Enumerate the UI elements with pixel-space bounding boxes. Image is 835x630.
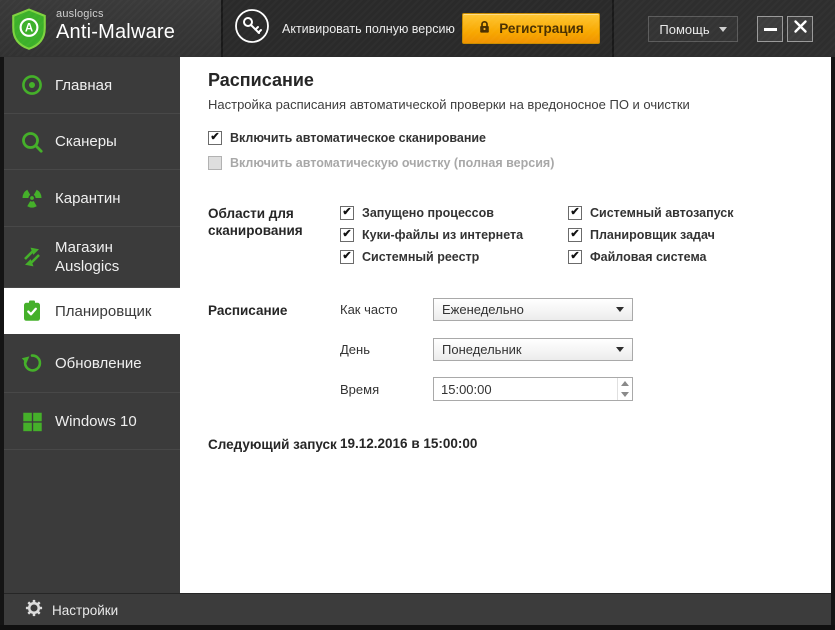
frequency-value: Еженедельно: [442, 302, 524, 317]
spinner-up-icon: [621, 381, 629, 386]
checkbox-auto-clean: [208, 156, 222, 170]
scan-area-label: Файловая система: [590, 250, 707, 264]
activate-area: Активировать полную версию Регистрация: [223, 0, 612, 57]
spinner-up-button[interactable]: [618, 378, 632, 389]
lock-icon: [478, 20, 491, 37]
register-label: Регистрация: [499, 21, 584, 36]
checkbox-autostart[interactable]: ✔: [568, 206, 582, 220]
scan-area-processes[interactable]: ✔ Запущено процессов: [340, 205, 494, 221]
minimize-button[interactable]: [757, 16, 783, 42]
radiation-icon: [19, 186, 45, 210]
minimize-icon: [763, 27, 777, 31]
window-bottom-border: [0, 625, 835, 630]
time-label: Время: [340, 382, 380, 397]
toggle-auto-scan[interactable]: ✔ Включить автоматическое сканирование: [208, 130, 486, 146]
sidebar-item-label: Windows 10: [55, 412, 137, 430]
settings-button[interactable]: Настройки: [25, 594, 118, 626]
time-spinner[interactable]: [617, 378, 632, 400]
scan-areas-label: Области для сканирования: [208, 206, 303, 238]
auslogics-shield-logo-icon: A: [10, 8, 48, 55]
scan-area-registry[interactable]: ✔ Системный реестр: [340, 249, 479, 265]
sidebar-item-windows10[interactable]: Windows 10: [4, 393, 180, 450]
titlebar-controls: Помощь: [614, 0, 835, 57]
brand-text: auslogics Anti-Malware: [56, 8, 175, 44]
refresh-icon: [19, 351, 45, 375]
checkbox-task-scheduler[interactable]: ✔: [568, 228, 582, 242]
sidebar-item-scheduler[interactable]: Планировщик: [4, 288, 180, 334]
toggle-auto-scan-label: Включить автоматическое сканирование: [230, 131, 487, 145]
scan-area-label: Системный реестр: [362, 250, 480, 264]
sidebar-item-home[interactable]: Главная: [4, 57, 180, 114]
help-label: Помощь: [659, 21, 710, 37]
chevron-down-icon: [616, 347, 624, 352]
schedule-section-label: Расписание: [208, 303, 288, 318]
help-menu-button[interactable]: Помощь: [648, 16, 738, 42]
sidebar-item-quarantine[interactable]: Карантин: [4, 170, 180, 227]
spinner-down-button[interactable]: [618, 389, 632, 400]
brand-name-large: Anti-Malware: [56, 21, 176, 43]
title-bar: A auslogics Anti-Malware Активировать по…: [0, 0, 835, 57]
sidebar: Главная Сканеры Карантин Магазин Auslogi…: [4, 57, 180, 593]
app-window: A auslogics Anti-Malware Активировать по…: [0, 0, 835, 630]
scan-area-label: Куки-файлы из интернета: [362, 228, 524, 242]
scheduler-page: Расписание Настройка расписания автомати…: [180, 57, 831, 593]
day-label: День: [340, 342, 370, 357]
checkbox-cookies[interactable]: ✔: [340, 228, 354, 242]
sidebar-item-label: Сканеры: [55, 133, 117, 150]
scan-area-task-scheduler[interactable]: ✔ Планировщик задач: [568, 227, 715, 243]
footer-bar: Настройки: [4, 593, 831, 625]
target-icon: [19, 73, 45, 97]
windows-logo-icon: [19, 410, 45, 432]
scan-area-cookies[interactable]: ✔ Куки-файлы из интернета: [340, 227, 523, 243]
svg-text:A: A: [25, 23, 34, 35]
settings-label: Настройки: [52, 602, 119, 618]
scan-area-filesystem[interactable]: ✔ Файловая система: [568, 249, 707, 265]
page-title: Расписание: [208, 70, 314, 90]
scan-area-label: Системный автозапуск: [590, 206, 734, 220]
day-select[interactable]: Понедельник: [433, 338, 633, 361]
page-subtitle: Настройка расписания автоматической пров…: [208, 97, 690, 112]
chevron-down-icon: [718, 26, 727, 32]
scheduler-check-icon: [19, 299, 45, 323]
time-field: [433, 377, 633, 401]
checkbox-auto-scan[interactable]: ✔: [208, 131, 222, 145]
toggle-auto-clean-label: Включить автоматическую очистку (полная …: [230, 156, 555, 170]
activate-full-version-button[interactable]: Активировать полную версию: [234, 0, 455, 57]
checkbox-filesystem[interactable]: ✔: [568, 250, 582, 264]
sidebar-item-label: Главная: [55, 76, 113, 94]
brand-name-small: auslogics: [56, 8, 104, 20]
spinner-down-icon: [621, 392, 629, 397]
next-run-value: 19.12.2016 в 15:00:00: [340, 436, 478, 451]
toggle-auto-clean: Включить автоматическую очистку (полная …: [208, 155, 554, 171]
sidebar-item-scanners[interactable]: Сканеры: [4, 114, 180, 170]
scan-area-autostart[interactable]: ✔ Системный автозапуск: [568, 205, 734, 221]
sidebar-filler: [4, 450, 180, 593]
sidebar-item-label: Планировщик: [55, 302, 152, 320]
sidebar-item-label: Карантин: [55, 189, 121, 207]
time-input[interactable]: [434, 378, 617, 400]
magnifier-icon: [19, 130, 45, 154]
sidebar-item-update[interactable]: Обновление: [4, 334, 180, 393]
chevron-down-icon: [616, 307, 624, 312]
brand-area: A auslogics Anti-Malware: [0, 0, 221, 57]
key-icon: [234, 8, 270, 49]
next-run-label: Следующий запуск: [208, 437, 337, 452]
checkbox-processes[interactable]: ✔: [340, 206, 354, 220]
day-value: Понедельник: [442, 342, 522, 357]
frequency-label: Как часто: [340, 302, 398, 317]
close-icon: [793, 19, 808, 39]
swap-arrows-icon: [19, 245, 45, 269]
checkbox-registry[interactable]: ✔: [340, 250, 354, 264]
scan-area-label: Планировщик задач: [590, 228, 715, 242]
register-button[interactable]: Регистрация: [462, 13, 600, 44]
frequency-select[interactable]: Еженедельно: [433, 298, 633, 321]
sidebar-item-label: Магазин Auslogics: [55, 239, 120, 275]
close-button[interactable]: [787, 16, 813, 42]
scan-area-label: Запущено процессов: [362, 206, 494, 220]
activate-label: Активировать полную версию: [282, 21, 455, 36]
sidebar-item-label: Обновление: [55, 354, 142, 372]
gear-icon: [25, 599, 43, 622]
sidebar-item-store[interactable]: Магазин Auslogics: [4, 227, 180, 288]
